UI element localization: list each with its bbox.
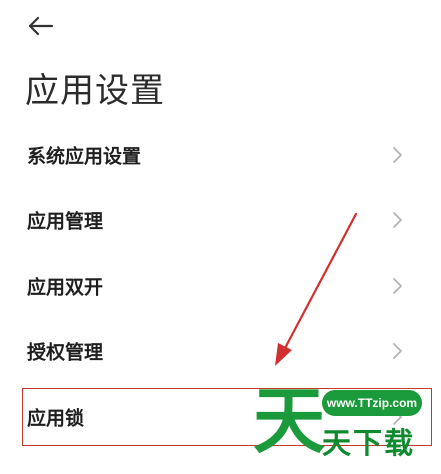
page-title: 应用设置 [25,71,165,111]
settings-item-permissions[interactable]: 授权管理 [0,319,441,385]
watermark-url: www.TTzip.com [322,390,422,416]
arrow-left-icon [28,16,54,36]
svg-text:天: 天 [253,384,325,456]
watermark-logo: 天 [253,384,325,456]
chevron-right-icon [393,277,402,294]
settings-item-system-apps[interactable]: 系统应用设置 [0,122,441,188]
settings-item-label: 授权管理 [27,341,104,364]
settings-item-app-management[interactable]: 应用管理 [0,188,441,254]
settings-item-label: 系统应用设置 [27,145,142,168]
watermark-text: 天下载 [322,426,416,460]
chevron-right-icon [393,212,402,229]
chevron-right-icon [393,146,402,163]
settings-item-label: 应用双开 [27,276,104,299]
chevron-right-icon [393,343,402,360]
settings-item-label: 应用管理 [27,210,104,233]
back-button[interactable] [26,12,58,40]
settings-item-dual-apps[interactable]: 应用双开 [0,253,441,319]
